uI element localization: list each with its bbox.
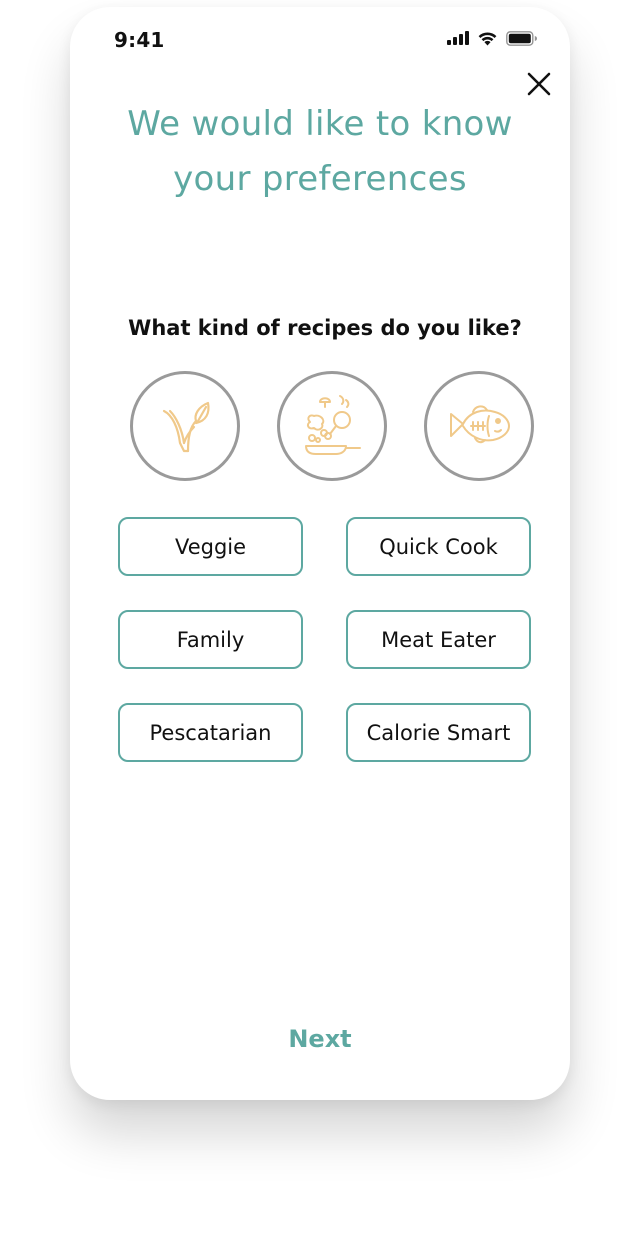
page-title-line-2: your preferences [173, 159, 467, 199]
quick-cook-category-circle[interactable] [277, 371, 387, 481]
status-bar: 9:41 [70, 7, 570, 67]
preference-veggie-button[interactable]: Veggie [118, 517, 303, 576]
preference-family-button[interactable]: Family [118, 610, 303, 669]
status-time: 9:41 [114, 28, 165, 52]
category-icon-row [130, 371, 534, 481]
close-button[interactable] [522, 67, 556, 101]
preference-calorie-smart-button[interactable]: Calorie Smart [346, 703, 531, 762]
preference-pescatarian-button[interactable]: Pescatarian [118, 703, 303, 762]
battery-icon [506, 30, 537, 46]
fish-icon [450, 405, 510, 444]
preference-quick-cook-button[interactable]: Quick Cook [346, 517, 531, 576]
close-icon [527, 72, 551, 96]
screen-stage: 9:41 We would like to know your preferen… [0, 0, 638, 1237]
phone-frame: 9:41 We would like to know your preferen… [70, 7, 570, 1100]
cellular-signal-icon [447, 31, 469, 45]
page-title: We would like to know your preferences [90, 97, 550, 207]
question-text: What kind of recipes do you like? [128, 316, 522, 340]
cooking-pan-icon [305, 395, 361, 455]
pescatarian-category-circle[interactable] [424, 371, 534, 481]
page-title-line-1: We would like to know [127, 104, 513, 144]
veggie-category-circle[interactable] [130, 371, 240, 481]
wifi-icon [478, 31, 497, 45]
next-button[interactable]: Next [220, 1025, 420, 1053]
veggie-leaf-icon [162, 401, 210, 453]
status-icons [447, 29, 538, 47]
preference-meat-eater-button[interactable]: Meat Eater [346, 610, 531, 669]
